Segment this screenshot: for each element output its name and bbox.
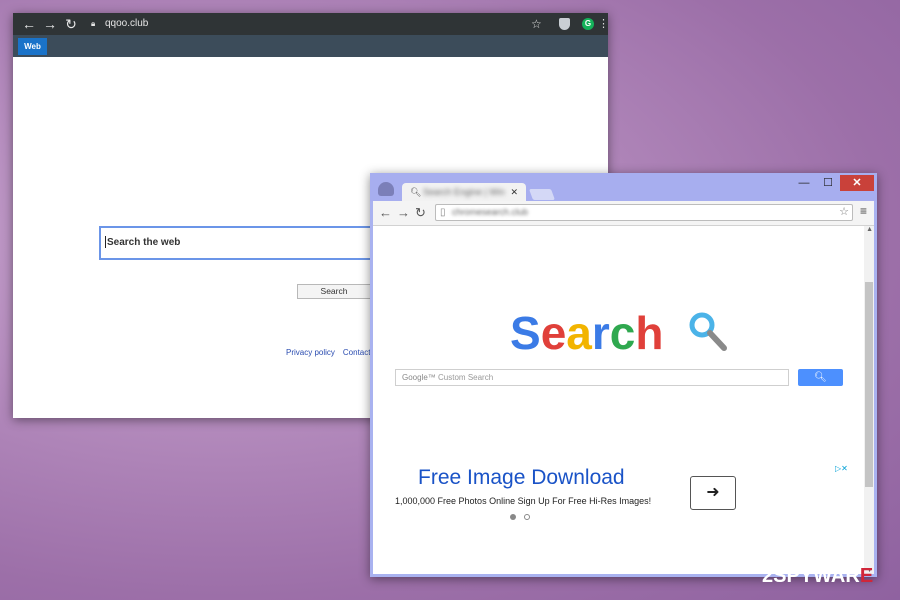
ad-title[interactable]: Free Image Download xyxy=(418,466,625,490)
carousel-dot-active[interactable] xyxy=(510,514,516,520)
scroll-up-icon[interactable]: ▲ xyxy=(866,226,873,233)
bookmark-star-icon[interactable]: ☆ xyxy=(839,205,849,220)
lock-icon: 🔒︎ xyxy=(91,19,96,28)
watermark-logo: 2SPYWARE xyxy=(762,565,873,588)
maximize-icon[interactable]: ☐ xyxy=(818,175,838,191)
front-browser-window: 🔍︎ Search Engine | Win ✕ — ☐ ✕ ← → ↻ ▯ c… xyxy=(370,173,877,577)
close-window-icon[interactable]: ✕ xyxy=(840,175,874,191)
incognito-icon xyxy=(378,182,394,196)
search-logo: Search xyxy=(510,306,663,360)
menu-icon[interactable]: ⋮ xyxy=(598,16,609,32)
page-content: Search Google™ Custom Search 🔍︎ Free Ima… xyxy=(373,226,874,574)
logo-letter: S xyxy=(510,307,541,359)
google-label: Google™ xyxy=(402,373,436,382)
custom-search-placeholder: Custom Search xyxy=(438,373,494,382)
search-tabs-bar: Web xyxy=(13,35,608,57)
carousel-dot[interactable] xyxy=(524,514,530,520)
watermark-text: 2SPYWAR xyxy=(762,565,860,587)
shield-extension-icon[interactable] xyxy=(559,18,570,30)
minimize-icon[interactable]: — xyxy=(794,175,814,191)
arrow-right-icon[interactable]: ➜ xyxy=(690,476,736,510)
address-bar[interactable]: ▯ chromesearch.club ☆ xyxy=(435,204,853,221)
search-button[interactable]: 🔍︎ xyxy=(798,369,843,386)
scrollbar[interactable]: ▲ ▼ xyxy=(864,226,874,574)
logo-letter: e xyxy=(540,307,567,359)
tab-search-icon: 🔍︎ xyxy=(410,187,422,197)
search-placeholder: Search the web xyxy=(107,237,181,248)
reload-icon[interactable]: ↻ xyxy=(415,205,426,221)
browser-tab[interactable]: 🔍︎ Search Engine | Win ✕ xyxy=(402,183,526,201)
text-cursor xyxy=(105,236,106,249)
search-button[interactable]: Search xyxy=(297,284,371,299)
tab-close-icon[interactable]: ✕ xyxy=(510,183,518,201)
back-arrow-icon[interactable]: ← xyxy=(379,205,392,221)
forward-arrow-icon[interactable]: → xyxy=(42,16,58,32)
url-text: chromesearch.club xyxy=(452,207,529,217)
forward-arrow-icon[interactable]: → xyxy=(397,205,410,221)
tab-title: Search Engine | Win xyxy=(423,187,505,197)
browser-toolbar: ← → ↻ ▯ chromesearch.club ☆ ≡ xyxy=(373,201,874,226)
reload-icon[interactable]: ↻ xyxy=(63,16,79,32)
tab-web[interactable]: Web xyxy=(18,38,47,55)
back-window-toolbar: ← → ↻ 🔒︎ qqoo.club ☆ G ⋮ xyxy=(13,13,609,35)
logo-letter: h xyxy=(635,307,664,359)
url-text: qqoo.club xyxy=(105,18,149,29)
scrollbar-thumb[interactable] xyxy=(865,282,873,487)
logo-letter: a xyxy=(566,307,592,359)
grammarly-extension-icon[interactable]: G xyxy=(582,18,594,30)
logo-letter: c xyxy=(609,307,636,359)
new-tab-button[interactable] xyxy=(528,189,556,200)
custom-search-input[interactable]: Google™ Custom Search xyxy=(395,369,789,386)
magnifier-icon xyxy=(689,312,727,351)
back-arrow-icon[interactable]: ← xyxy=(21,16,37,32)
page-icon: ▯ xyxy=(440,207,446,218)
search-icon: 🔍︎ xyxy=(814,372,827,383)
search-input[interactable]: Search the web xyxy=(99,226,399,260)
bookmark-star-icon[interactable]: ☆ xyxy=(531,16,542,32)
privacy-policy-link[interactable]: Privacy policy xyxy=(286,348,335,357)
address-bar[interactable]: 🔒︎ qqoo.club xyxy=(91,16,566,32)
menu-icon[interactable]: ≡ xyxy=(860,204,867,218)
ad-choices-icon[interactable]: ▷✕ xyxy=(835,464,848,473)
watermark-accent: E xyxy=(859,565,874,587)
logo-letter: r xyxy=(591,307,610,359)
ad-text[interactable]: 1,000,000 Free Photos Online Sign Up For… xyxy=(395,496,651,506)
